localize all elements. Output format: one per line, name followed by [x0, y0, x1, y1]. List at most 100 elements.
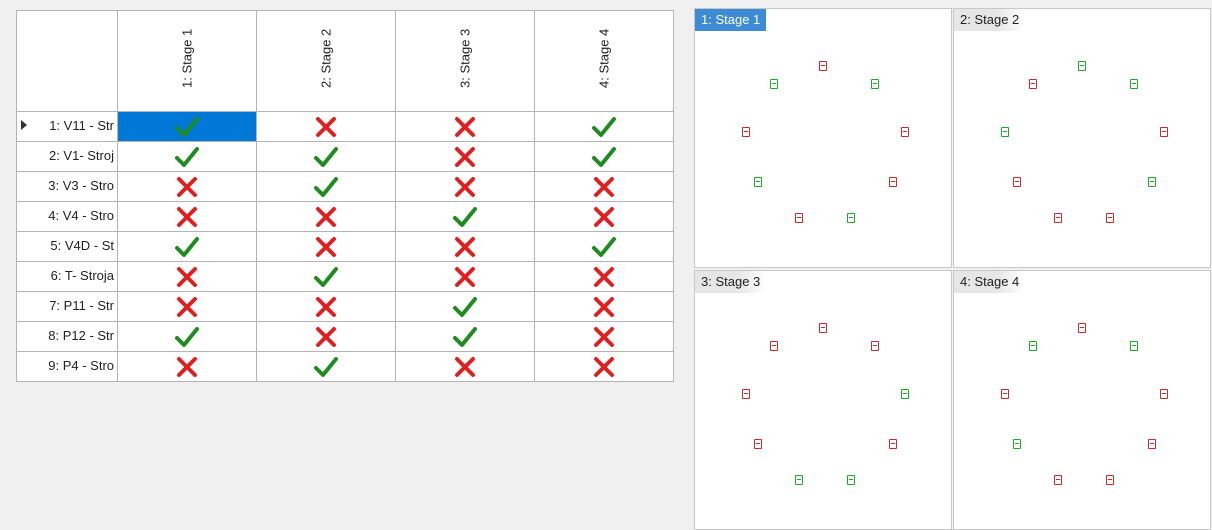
- grid-cell[interactable]: [395, 111, 535, 142]
- grid-cell[interactable]: [117, 231, 257, 262]
- stage-item-icon[interactable]: [1078, 323, 1086, 333]
- stage-item-icon[interactable]: [1148, 439, 1156, 449]
- stage-item-icon[interactable]: [754, 177, 762, 187]
- grid-cell[interactable]: [117, 351, 257, 382]
- grid-cell[interactable]: [534, 111, 674, 142]
- grid-cell[interactable]: [395, 171, 535, 202]
- grid-row[interactable]: 4: V4 - Stro: [16, 201, 674, 232]
- row-header[interactable]: 3: V3 - Stro: [16, 171, 118, 202]
- stage-item-icon[interactable]: [901, 127, 909, 137]
- stage-item-icon[interactable]: [1160, 389, 1168, 399]
- grid-cell[interactable]: [256, 141, 396, 172]
- stage-item-icon[interactable]: [770, 341, 778, 351]
- stage-item-icon[interactable]: [1029, 341, 1037, 351]
- row-header[interactable]: 6: T- Stroja: [16, 261, 118, 292]
- column-header-stage-3[interactable]: 3: Stage 3: [395, 10, 535, 112]
- grid-cell[interactable]: [395, 231, 535, 262]
- grid-row[interactable]: 8: P12 - Str: [16, 321, 674, 352]
- stage-3-panel-title[interactable]: 3: Stage 3: [695, 271, 767, 293]
- stage-item-icon[interactable]: [1001, 127, 1009, 137]
- column-header-stage-4[interactable]: 4: Stage 4: [534, 10, 674, 112]
- row-header[interactable]: 9: P4 - Stro: [16, 351, 118, 382]
- grid-cell[interactable]: [534, 321, 674, 352]
- stage-item-icon[interactable]: [754, 439, 762, 449]
- stage-item-icon[interactable]: [742, 389, 750, 399]
- stage-item-icon[interactable]: [795, 213, 803, 223]
- stage-item-icon[interactable]: [1148, 177, 1156, 187]
- stage-item-icon[interactable]: [770, 79, 778, 89]
- row-header[interactable]: 2: V1- Stroj: [16, 141, 118, 172]
- grid-row[interactable]: 2: V1- Stroj: [16, 141, 674, 172]
- stage-item-icon[interactable]: [795, 475, 803, 485]
- grid-cell[interactable]: [395, 141, 535, 172]
- grid-cell[interactable]: [256, 171, 396, 202]
- stage-item-icon[interactable]: [1106, 475, 1114, 485]
- stage-item-icon[interactable]: [1160, 127, 1168, 137]
- column-header-stage-2[interactable]: 2: Stage 2: [256, 10, 396, 112]
- row-header[interactable]: 7: P11 - Str: [16, 291, 118, 322]
- stage-item-icon[interactable]: [847, 475, 855, 485]
- stage-item-icon[interactable]: [1106, 213, 1114, 223]
- stage-item-icon[interactable]: [819, 323, 827, 333]
- grid-cell[interactable]: [534, 291, 674, 322]
- grid-row[interactable]: 3: V3 - Stro: [16, 171, 674, 202]
- stage-4-panel-title[interactable]: 4: Stage 4: [954, 271, 1026, 293]
- stage-item-icon[interactable]: [1054, 213, 1062, 223]
- stage-2-panel[interactable]: 2: Stage 2: [953, 8, 1211, 268]
- stage-item-icon[interactable]: [819, 61, 827, 71]
- grid-cell[interactable]: [395, 261, 535, 292]
- grid-row[interactable]: 1: V11 - Str: [16, 111, 674, 142]
- grid-cell[interactable]: [117, 171, 257, 202]
- stage-item-icon[interactable]: [1078, 61, 1086, 71]
- stage-item-icon[interactable]: [1130, 79, 1138, 89]
- stage-2-panel-title[interactable]: 2: Stage 2: [954, 9, 1026, 31]
- grid-cell[interactable]: [395, 351, 535, 382]
- grid-cell[interactable]: [117, 261, 257, 292]
- row-header[interactable]: 4: V4 - Stro: [16, 201, 118, 232]
- grid-cell[interactable]: [395, 291, 535, 322]
- stage-item-icon[interactable]: [1130, 341, 1138, 351]
- row-header[interactable]: 1: V11 - Str: [16, 111, 118, 142]
- stage-item-icon[interactable]: [889, 177, 897, 187]
- grid-row[interactable]: 9: P4 - Stro: [16, 351, 674, 382]
- grid-cell[interactable]: [117, 111, 257, 142]
- stage-4-panel[interactable]: 4: Stage 4: [953, 270, 1211, 530]
- stage-item-icon[interactable]: [1029, 79, 1037, 89]
- grid-cell[interactable]: [117, 291, 257, 322]
- stage-item-icon[interactable]: [1054, 475, 1062, 485]
- stage-item-icon[interactable]: [742, 127, 750, 137]
- stage-item-icon[interactable]: [1001, 389, 1009, 399]
- grid-cell[interactable]: [256, 111, 396, 142]
- grid-cell[interactable]: [256, 261, 396, 292]
- grid-cell[interactable]: [256, 321, 396, 352]
- grid-row[interactable]: 6: T- Stroja: [16, 261, 674, 292]
- row-header[interactable]: 8: P12 - Str: [16, 321, 118, 352]
- stage-item-icon[interactable]: [889, 439, 897, 449]
- stage-item-icon[interactable]: [847, 213, 855, 223]
- grid-cell[interactable]: [395, 321, 535, 352]
- stage-item-icon[interactable]: [1013, 177, 1021, 187]
- stage-3-panel[interactable]: 3: Stage 3: [694, 270, 952, 530]
- grid-cell[interactable]: [395, 201, 535, 232]
- grid-cell[interactable]: [117, 201, 257, 232]
- stage-item-icon[interactable]: [901, 389, 909, 399]
- stage-item-icon[interactable]: [871, 341, 879, 351]
- grid-cell[interactable]: [117, 321, 257, 352]
- stage-1-panel[interactable]: 1: Stage 1: [694, 8, 952, 268]
- grid-cell[interactable]: [256, 231, 396, 262]
- grid-cell[interactable]: [256, 201, 396, 232]
- stage-item-icon[interactable]: [1013, 439, 1021, 449]
- column-header-stage-1[interactable]: 1: Stage 1: [117, 10, 257, 112]
- grid-row[interactable]: 7: P11 - Str: [16, 291, 674, 322]
- stage-item-icon[interactable]: [871, 79, 879, 89]
- stage-grid[interactable]: 1: Stage 1 2: Stage 2 3: Stage 3 4: Stag…: [16, 10, 674, 382]
- row-header[interactable]: 5: V4D - St: [16, 231, 118, 262]
- grid-cell[interactable]: [256, 351, 396, 382]
- grid-cell[interactable]: [534, 351, 674, 382]
- grid-cell[interactable]: [534, 141, 674, 172]
- grid-cell[interactable]: [534, 231, 674, 262]
- stage-1-panel-title[interactable]: 1: Stage 1: [695, 9, 767, 31]
- grid-cell[interactable]: [534, 171, 674, 202]
- grid-cell[interactable]: [534, 201, 674, 232]
- grid-row[interactable]: 5: V4D - St: [16, 231, 674, 262]
